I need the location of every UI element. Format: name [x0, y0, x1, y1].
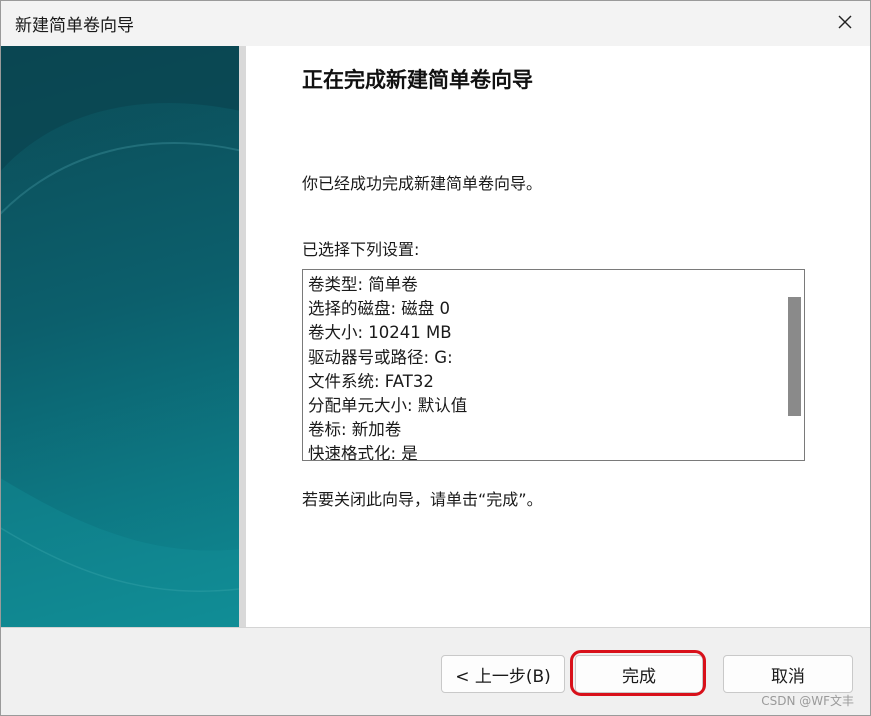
summary-line: 选择的磁盘: 磁盘 0	[308, 299, 451, 319]
summary-line: 快速格式化: 是	[308, 444, 418, 461]
title-bar: 新建简单卷向导	[1, 1, 870, 46]
back-button[interactable]: < 上一步(B)	[441, 655, 565, 693]
button-bar: < 上一步(B) 完成 取消 CSDN @WF文丰	[1, 627, 870, 715]
wizard-content: 正在完成新建简单卷向导 你已经成功完成新建简单卷向导。 已选择下列设置: 卷类型…	[246, 46, 870, 627]
close-icon	[838, 15, 852, 29]
settings-summary-box[interactable]: 卷类型: 简单卷 选择的磁盘: 磁盘 0 卷大小: 10241 MB 驱动器号或…	[302, 269, 805, 461]
cancel-button[interactable]: 取消	[723, 655, 853, 693]
finish-highlight-annotation	[570, 650, 706, 696]
settings-summary-list: 卷类型: 简单卷 选择的磁盘: 磁盘 0 卷大小: 10241 MB 驱动器号或…	[308, 273, 778, 461]
summary-line: 文件系统: FAT32	[308, 371, 434, 391]
summary-line: 卷大小: 10241 MB	[308, 323, 452, 343]
summary-line: 卷标: 新加卷	[308, 420, 402, 440]
wizard-banner-image	[1, 46, 239, 627]
completion-message: 你已经成功完成新建简单卷向导。	[302, 174, 543, 193]
summary-line: 分配单元大小: 默认值	[308, 396, 468, 416]
watermark: CSDN @WF文丰	[761, 694, 854, 708]
close-instruction: 若要关闭此向导，请单击“完成”。	[302, 490, 543, 509]
page-title: 正在完成新建简单卷向导	[302, 68, 533, 92]
window-title: 新建简单卷向导	[15, 16, 134, 36]
scrollbar-thumb[interactable]	[788, 297, 801, 416]
banner-divider	[239, 46, 246, 627]
close-button[interactable]	[832, 9, 858, 35]
settings-label: 已选择下列设置:	[302, 240, 420, 259]
wizard-window: 新建简单卷向导 正在完成新建简单卷向导 你已经成功完成新建简单卷向导。 已选择下…	[0, 0, 871, 716]
summary-scrollbar[interactable]	[783, 270, 804, 460]
summary-line: 卷类型: 简单卷	[308, 275, 418, 294]
summary-line: 驱动器号或路径: G:	[308, 347, 453, 367]
